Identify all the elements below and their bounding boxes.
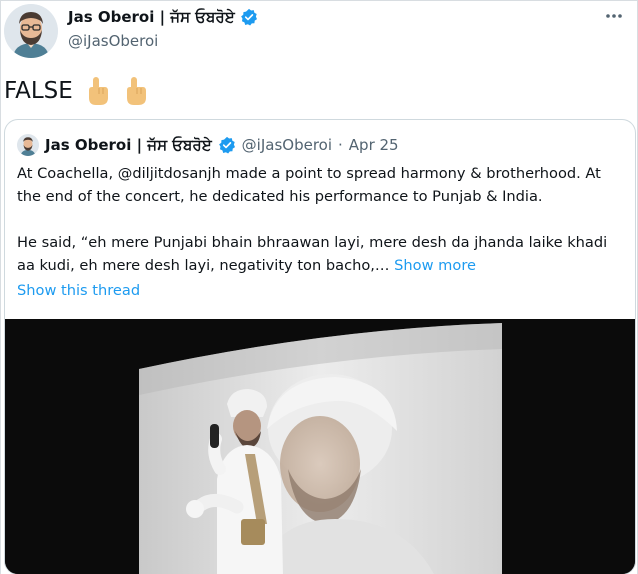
- quoted-tweet-body: At Coachella, @diljitdosanjh made a poin…: [17, 162, 622, 300]
- quoted-paragraph-1: At Coachella, @diljitdosanjh made a poin…: [17, 165, 601, 205]
- pointing-up-hand-icon: [88, 77, 108, 105]
- author-name[interactable]: Jas Oberoi | ਜੱਸ ਓਬਰੋਏ: [68, 8, 235, 26]
- author-handle[interactable]: @iJasOberoi: [68, 32, 158, 50]
- pointing-up-hand-icon: [126, 77, 146, 105]
- quoted-author-avatar: [17, 134, 39, 156]
- separator-dot: ·: [338, 136, 343, 154]
- verified-badge-icon: [240, 8, 257, 26]
- tweet-header: Jas Oberoi | ਜੱਸ ਓਬਰੋਏ @iJasOberoi: [4, 4, 624, 60]
- more-options-icon[interactable]: [604, 6, 624, 31]
- quoted-author-name: Jas Oberoi | ਜੱਸ ਓਬਰੋਏ: [45, 136, 212, 154]
- show-more-link[interactable]: Show more: [394, 257, 476, 274]
- quoted-author-handle: @iJasOberoi: [241, 136, 333, 154]
- author-avatar[interactable]: [4, 4, 58, 58]
- quoted-date[interactable]: Apr 25: [349, 136, 399, 154]
- quoted-paragraph-2-text: He said, “eh mere Punjabi bhain bhraawan…: [17, 234, 608, 274]
- quoted-paragraph-2: He said, “eh mere Punjabi bhain bhraawan…: [17, 231, 622, 277]
- tweet-text: FALSE: [4, 76, 149, 106]
- verified-badge-icon: [218, 136, 235, 154]
- quoted-tweet-header: Jas Oberoi | ਜੱਸ ਓਬਰੋਏ @iJasOberoi · Apr…: [17, 134, 399, 156]
- video-thumbnail[interactable]: [5, 319, 635, 574]
- quoted-tweet[interactable]: Jas Oberoi | ਜੱਸ ਓਬਰੋਏ @iJasOberoi · Apr…: [4, 119, 636, 574]
- tweet-text-content: FALSE: [4, 78, 73, 104]
- show-thread-link[interactable]: Show this thread: [17, 282, 140, 299]
